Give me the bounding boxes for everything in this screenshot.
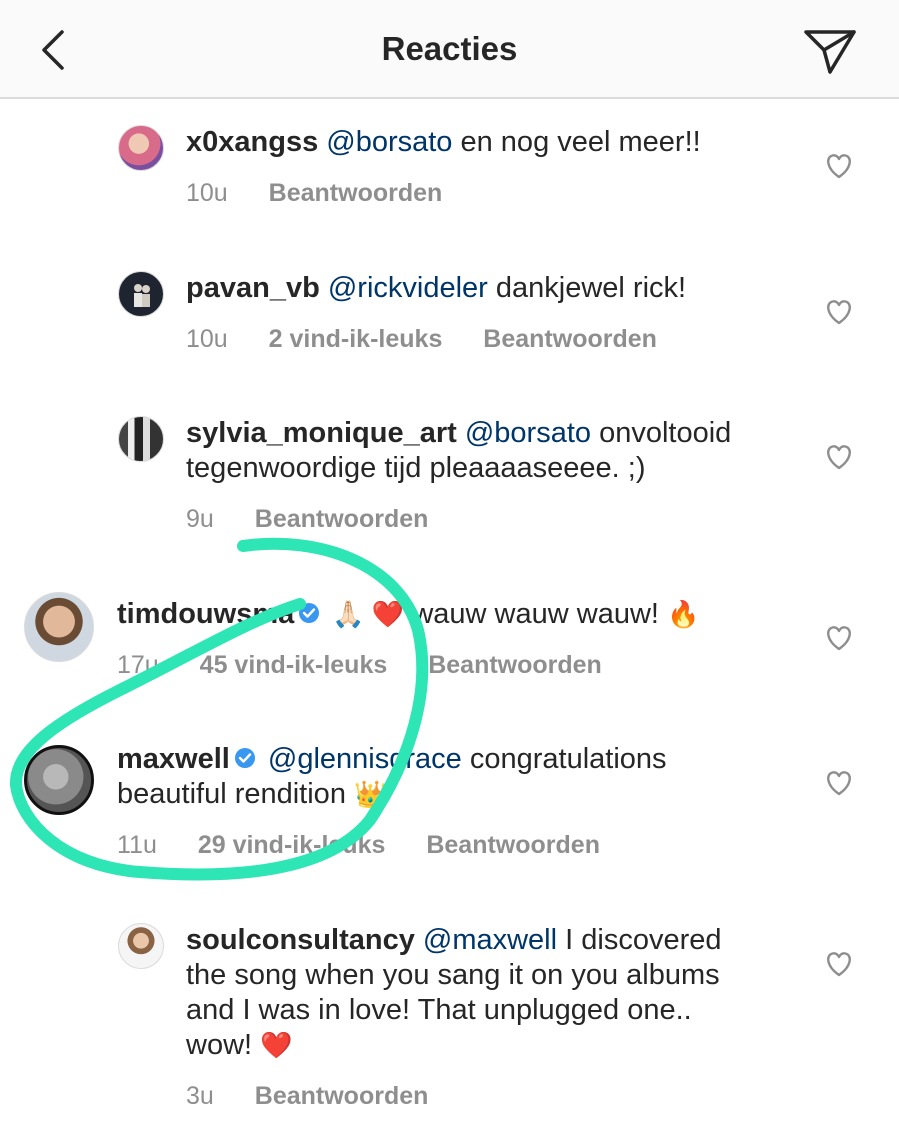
comment-meta: 11u 29 vind-ik-leuks Beantwoorden xyxy=(117,831,634,860)
comment-mention[interactable]: @borsato xyxy=(465,417,591,449)
comment-item: timdouwsma 🙏🏻 ❤️ wauw wauw wauw! 🔥 17u 4… xyxy=(0,592,899,692)
likes-count[interactable]: 2 vind-ik-leuks xyxy=(269,325,443,353)
comment-time: 3u xyxy=(186,1082,214,1110)
comment-time: 10u xyxy=(186,325,228,353)
comment-text-line: wow! xyxy=(186,1029,253,1061)
emoji: 👑 xyxy=(354,779,387,809)
comment-username[interactable]: pavan_vb xyxy=(186,272,320,304)
comment-mention[interactable]: @borsato xyxy=(326,126,452,158)
comment-time: 10u xyxy=(186,179,228,207)
comment-text: congratulations xyxy=(461,743,667,775)
verified-badge-icon xyxy=(299,603,320,624)
comment-item: pavan_vb @rickvideler dankjewel rick! 10… xyxy=(0,266,899,366)
avatar[interactable] xyxy=(118,923,164,969)
comment-item: x0xangss @borsato en nog veel meer!! 10u… xyxy=(0,120,899,220)
heart-outline-icon[interactable] xyxy=(824,152,854,180)
avatar[interactable] xyxy=(24,745,94,815)
comment-meta: 10u Beantwoorden xyxy=(186,179,476,208)
emoji: 🔥 xyxy=(667,599,700,629)
comment-meta: 10u 2 vind-ik-leuks Beantwoorden xyxy=(186,325,691,354)
comment-mention[interactable]: @rickvideler xyxy=(328,272,488,304)
avatar[interactable] xyxy=(118,271,164,317)
comment-item: sylvia_monique_art @borsato onvoltooid t… xyxy=(0,411,899,541)
verified-badge-icon xyxy=(234,748,255,769)
comment-time: 11u xyxy=(117,831,157,859)
reply-button[interactable]: Beantwoorden xyxy=(428,651,602,679)
comment-username[interactable]: sylvia_monique_art xyxy=(186,417,457,449)
comment-time: 17u xyxy=(117,651,159,679)
comment-time: 9u xyxy=(186,505,214,533)
comment-meta: 3u Beantwoorden xyxy=(186,1082,462,1111)
share-button[interactable] xyxy=(800,26,860,76)
heart-outline-icon[interactable] xyxy=(824,443,854,471)
reply-button[interactable]: Beantwoorden xyxy=(483,325,657,353)
reply-button[interactable]: Beantwoorden xyxy=(255,1082,429,1110)
comment-text: wauw wauw wauw! xyxy=(412,598,659,630)
comment-username[interactable]: timdouwsma xyxy=(117,598,294,630)
comment-mention[interactable]: @maxwell xyxy=(423,924,557,956)
emoji: 🙏🏻 ❤️ xyxy=(332,599,405,629)
comment-item: soulconsultancy @maxwell I discovered th… xyxy=(0,918,899,1118)
reply-button[interactable]: Beantwoorden xyxy=(269,179,443,207)
avatar[interactable] xyxy=(118,416,164,462)
comment-text-line: and I was in love! That unplugged one.. xyxy=(186,994,692,1026)
heart-outline-icon[interactable] xyxy=(824,950,854,978)
header-bar: Reacties xyxy=(0,0,899,99)
comment-meta: 17u 45 vind-ik-leuks Beantwoorden xyxy=(117,651,636,680)
emoji: ❤️ xyxy=(260,1030,293,1060)
comment-text: en nog veel meer!! xyxy=(452,126,701,158)
reply-button[interactable]: Beantwoorden xyxy=(426,831,600,859)
comment-username[interactable]: maxwell xyxy=(117,743,230,775)
paper-plane-icon xyxy=(804,30,856,74)
comment-mention[interactable]: @glennisgrace xyxy=(268,743,462,775)
comment-item: maxwell @glennisgrace congratulations be… xyxy=(0,737,899,867)
comment-text-line: the song when you sang it on you albums xyxy=(186,959,720,991)
likes-count[interactable]: 29 vind-ik-leuks xyxy=(198,831,386,859)
comment-text: dankjewel rick! xyxy=(487,272,687,304)
heart-outline-icon[interactable] xyxy=(824,769,854,797)
comment-text: onvoltooid xyxy=(591,417,732,449)
comment-text-line: beautiful rendition xyxy=(117,778,346,810)
avatar[interactable] xyxy=(24,592,94,662)
avatar-image xyxy=(134,284,150,307)
comment-meta: 9u Beantwoorden xyxy=(186,505,462,534)
heart-outline-icon[interactable] xyxy=(824,624,854,652)
comment-text: I discovered xyxy=(557,924,722,956)
comment-username[interactable]: x0xangss xyxy=(186,126,318,158)
comment-text-line: tegenwoordige tijd pleaaaaseeee. ;) xyxy=(186,452,646,484)
comment-username[interactable]: soulconsultancy xyxy=(186,924,415,956)
reply-button[interactable]: Beantwoorden xyxy=(255,505,429,533)
avatar[interactable] xyxy=(118,125,164,171)
page-title: Reacties xyxy=(381,30,518,67)
likes-count[interactable]: 45 vind-ik-leuks xyxy=(200,651,388,679)
heart-outline-icon[interactable] xyxy=(824,298,854,326)
